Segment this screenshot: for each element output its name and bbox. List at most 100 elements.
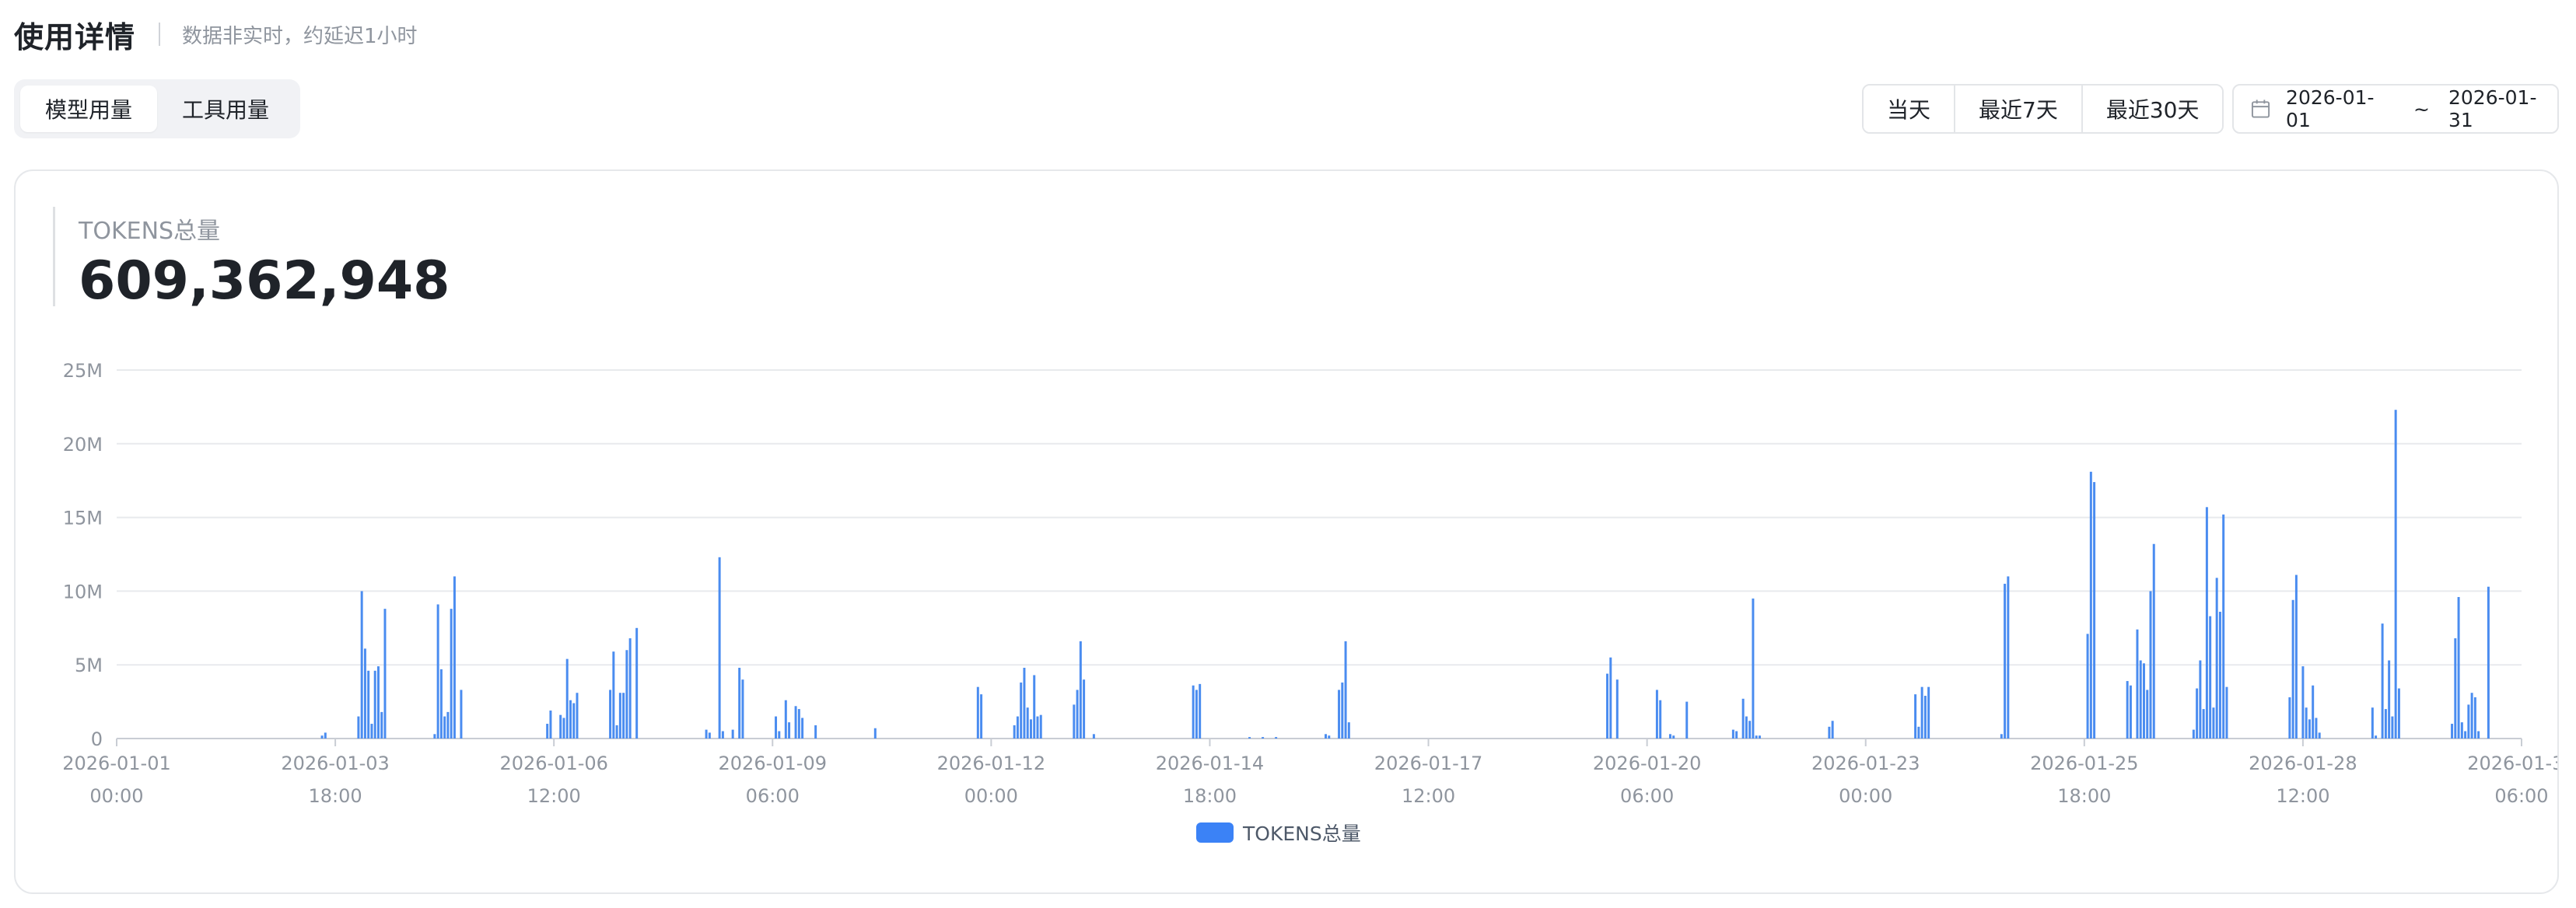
chart-bar <box>705 729 708 739</box>
chart-bar <box>801 718 804 739</box>
chart-bar <box>1338 690 1341 739</box>
chart-bar <box>1033 675 1036 739</box>
y-tick-label: 25M <box>63 360 103 382</box>
chart-bar <box>436 604 439 739</box>
chart-bar <box>562 718 565 739</box>
chart-bar <box>2139 660 2142 739</box>
chart-bar <box>2192 729 2195 739</box>
chart-bar <box>569 700 572 739</box>
calendar-icon <box>2251 100 2270 118</box>
chart-bar <box>2467 704 2470 739</box>
chart-bar <box>1029 719 1032 739</box>
usage-type-tabs: 模型用量 工具用量 <box>14 79 300 138</box>
chart-bar <box>370 724 373 739</box>
y-tick-label: 5M <box>75 655 103 676</box>
date-range-end[interactable]: 2026-01-31 <box>2448 86 2557 131</box>
chart-bar <box>615 725 618 739</box>
range-7-days-button[interactable]: 最近7天 <box>1954 86 2081 132</box>
range-today-button[interactable]: 当天 <box>1864 86 1955 132</box>
chart-bar <box>1914 694 1917 739</box>
chart-bar <box>738 667 741 739</box>
x-tick-date-label: 2026-01-03 <box>281 753 389 774</box>
x-tick-date-label: 2026-01-06 <box>499 753 607 774</box>
date-range-start[interactable]: 2026-01-01 <box>2286 86 2395 131</box>
x-tick-date-label: 2026-01-09 <box>719 753 827 774</box>
y-tick-label: 0 <box>91 728 103 750</box>
chart-bar <box>320 735 324 739</box>
chart-bar <box>1758 735 1761 739</box>
token-usage-chart: 0 5M 10M 15M 20M 25M 2026-01-01 00:00 2026-01-03… <box>62 360 2557 845</box>
y-tick-label: 10M <box>63 581 103 602</box>
chart-bar <box>2146 690 2149 739</box>
chart-bar <box>2375 735 2378 739</box>
chart-bar <box>1755 735 1758 739</box>
chart-bar <box>1020 682 1023 739</box>
chart-bar <box>363 648 366 739</box>
chart-bar <box>1341 682 1344 739</box>
usage-detail-page: 使用详情 数据非实时，约延迟1小时 模型用量 工具用量 当天 最近7天 最近30… <box>0 0 2576 908</box>
chart-bar <box>2152 543 2155 739</box>
chart-bar <box>1347 722 1350 739</box>
chart-bar <box>1748 721 1752 739</box>
chart-bar <box>376 666 380 739</box>
chart-bar <box>612 651 615 739</box>
chart-bar <box>549 710 552 739</box>
chart-bar <box>1344 641 1347 739</box>
chart-bar <box>2388 660 2391 739</box>
chart-bar <box>2318 732 2321 739</box>
x-tick-time-label: 06:00 <box>746 785 800 807</box>
chart-bar <box>2384 709 2387 739</box>
chart-bar <box>2291 599 2294 739</box>
chart-bar <box>628 638 632 739</box>
chart-bar <box>1927 686 1930 739</box>
legend-label: TOKENS总量 <box>1242 822 1361 845</box>
tab-model-usage[interactable]: 模型用量 <box>20 86 157 132</box>
y-tick-label: 20M <box>63 434 103 456</box>
chart-bar <box>1668 734 1671 739</box>
chart-bar <box>784 700 787 739</box>
chart-bar <box>814 725 817 739</box>
chart-bar <box>446 711 450 739</box>
chart-bar <box>2196 688 2199 739</box>
chart-bar <box>1655 690 1658 739</box>
chart-bar <box>2007 576 2010 739</box>
chart-bar <box>622 693 625 739</box>
chart-bar <box>625 650 628 739</box>
chart-bar <box>873 728 877 739</box>
chart-bar <box>2391 716 2394 739</box>
chart-bar <box>1923 696 1927 739</box>
x-tick-date-label: 2026-01-17 <box>1374 753 1482 774</box>
chart-bar <box>433 734 436 739</box>
x-tick-date-label: 2026-01-12 <box>937 753 1045 774</box>
chart-bar <box>721 731 724 739</box>
chart-bar <box>2451 724 2454 739</box>
date-range-picker[interactable]: 2026-01-01 ~ 2026-01-31 <box>2232 84 2559 134</box>
tab-tool-usage[interactable]: 工具用量 <box>157 86 294 132</box>
chart-bar <box>2149 591 2152 739</box>
chart-bar <box>367 670 370 739</box>
x-tick-date-label: 2026-01-20 <box>1593 753 1701 774</box>
chart-bar <box>980 694 983 739</box>
range-30-days-button[interactable]: 最近30天 <box>2081 86 2223 132</box>
x-tick-date-label: 2026-01-31 <box>2467 753 2557 774</box>
chart-bar <box>1615 679 1619 739</box>
chart-bar <box>572 703 576 739</box>
chart-bar <box>1745 716 1748 739</box>
chart-bar <box>775 716 778 739</box>
x-tick-date-label: 2026-01-23 <box>1811 753 1920 774</box>
x-tick-time-label: 06:00 <box>2494 785 2548 807</box>
chart-bar <box>1659 700 1662 739</box>
chart-bar <box>976 686 979 739</box>
chart-bar <box>2093 482 2096 739</box>
chart-bar <box>1609 657 1612 739</box>
chart-bar <box>2487 586 2490 739</box>
chart-bar <box>2086 634 2089 739</box>
page-subtitle: 数据非实时，约延迟1小时 <box>182 24 418 48</box>
chart-bar <box>731 729 734 739</box>
x-tick-date-label: 2026-01-25 <box>2030 753 2138 774</box>
usage-chart-card: TOKENS总量 609,362,948 0 5M 10M 15M 20M 25M 2026… <box>14 169 2559 894</box>
chart-bar <box>576 693 579 739</box>
x-tick-time-label: 00:00 <box>964 785 1018 807</box>
chart-bar <box>2136 629 2139 739</box>
chart-bar <box>1195 690 1198 739</box>
